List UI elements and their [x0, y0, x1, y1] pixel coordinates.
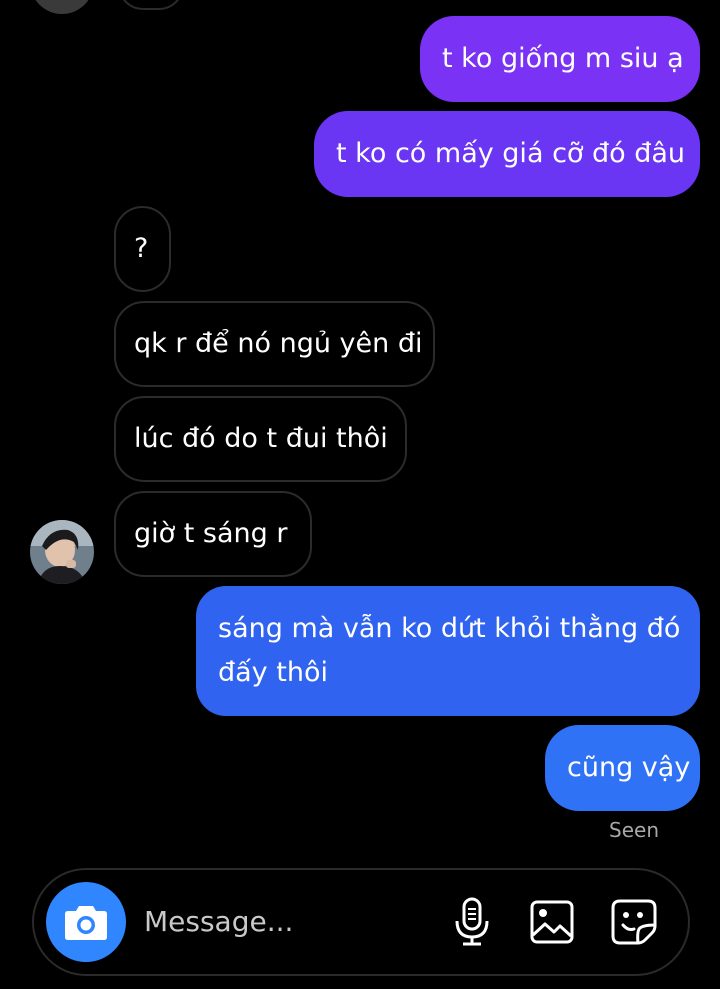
gallery-button[interactable] [528, 896, 576, 948]
camera-button[interactable] [46, 882, 126, 962]
sticker-icon [611, 899, 657, 945]
microphone-icon [455, 897, 489, 946]
message-text: t ko giống m siu ạ [442, 43, 684, 74]
microphone-button[interactable] [448, 896, 496, 948]
message-text-line: sáng mà vẫn ko dứt khỏi thằng đó [218, 613, 681, 644]
previous-bubble-partial [118, 0, 184, 10]
gallery-icon [530, 900, 574, 944]
outgoing-message[interactable]: t ko có mấy giá cỡ đó đâu [314, 111, 700, 197]
message-text: ? [134, 233, 149, 264]
outgoing-message[interactable]: cũng vậy [545, 725, 700, 811]
message-composer: Message... [32, 868, 690, 976]
message-text: lúc đó do t đui thôi [134, 423, 388, 454]
message-text: giờ t sáng r [134, 518, 288, 549]
message-text: t ko có mấy giá cỡ đó đâu [336, 138, 686, 169]
avatar-top-partial [30, 0, 94, 14]
message-text: cũng vậy [567, 752, 691, 783]
sticker-button[interactable] [610, 896, 658, 948]
seen-status: Seen [609, 818, 659, 842]
outgoing-message[interactable]: sáng mà vẫn ko dứt khỏi thằng đó đấy thô… [196, 586, 700, 716]
outgoing-message[interactable]: t ko giống m siu ạ [420, 16, 700, 102]
camera-icon [65, 906, 107, 940]
message-input[interactable]: Message... [144, 900, 293, 944]
incoming-message[interactable]: lúc đó do t đui thôi [114, 396, 407, 482]
incoming-message[interactable]: qk r để nó ngủ yên đi [114, 301, 435, 387]
incoming-message[interactable]: giờ t sáng r [114, 491, 312, 577]
message-text: qk r để nó ngủ yên đi [134, 328, 423, 359]
incoming-message[interactable]: ? [114, 206, 171, 292]
message-text-line: đấy thôi [218, 657, 328, 688]
sender-avatar[interactable] [30, 520, 94, 584]
